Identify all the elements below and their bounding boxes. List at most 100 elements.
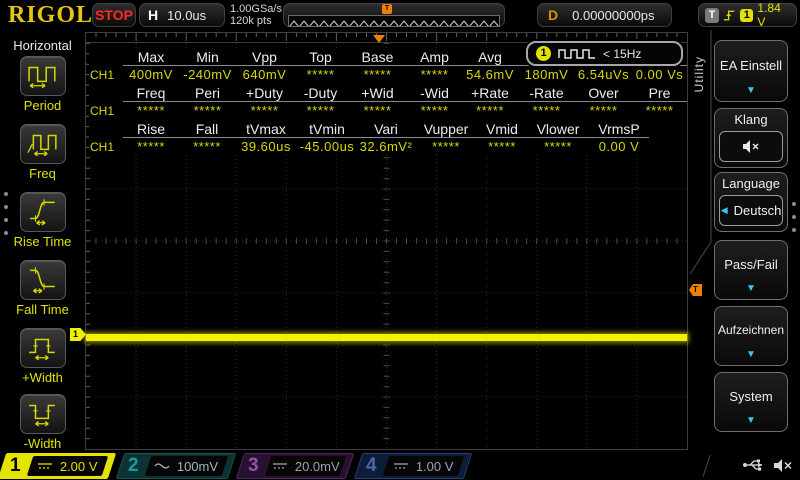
language-select[interactable]: ◀ Deutsch (719, 195, 783, 226)
channel-4-scale: 1.00 V (416, 458, 454, 474)
measurement-value-cell: -45.00us (299, 139, 355, 154)
trigger-level-value: 1.84 V (757, 1, 781, 29)
menu-item-system[interactable]: System ▼ (714, 372, 788, 432)
measure-item-period[interactable]: Period (0, 56, 85, 113)
channel-1-status[interactable]: 1 2.00 V (0, 453, 117, 479)
speaker-muted-icon (743, 140, 759, 153)
waveform-display[interactable]: MaxMinVppTopBaseAmpAvgVrmsCH1400mV-240mV… (85, 32, 688, 450)
measurement-header-cell: Min (179, 49, 236, 66)
system-label: System (729, 389, 773, 404)
run-state-indicator[interactable]: STOP (92, 3, 136, 27)
main-area: Horizontal Period Freq Rise Time Fall Ti… (0, 30, 800, 452)
menu-item-io-setup[interactable]: EA Einstell ▼ (714, 40, 788, 102)
sound-toggle-button[interactable] (719, 131, 783, 162)
measurement-value-cell: 39.60us (241, 139, 291, 154)
menu-scroll-dots (4, 192, 8, 235)
usb-icon (743, 459, 762, 471)
measurement-channel-label: CH1 (90, 139, 115, 154)
period-icon (27, 66, 56, 88)
measurement-header-cell: +Duty (236, 85, 293, 102)
measurement-value-cell: ***** (137, 139, 165, 154)
memory-depth: 120k pts (230, 15, 272, 27)
period-label: Period (23, 98, 62, 113)
measurement-header-cell: Vpp (236, 49, 293, 66)
rigol-logo: RIGOL (8, 2, 94, 28)
language-label: Language (722, 176, 780, 191)
trigger-source-badge: 1 (536, 46, 551, 61)
measurement-value-cell: ***** (488, 139, 516, 154)
chevron-down-icon: ▼ (746, 349, 756, 360)
io-setup-label: EA Einstell (719, 58, 783, 73)
measurement-value-cell: ***** (250, 103, 279, 118)
menu-item-sound[interactable]: Klang (714, 108, 788, 168)
status-bar: RIGOL STOP H 10.0us 1.00GSa/s 120k pts T… (0, 0, 800, 30)
preview-wave-window (288, 15, 500, 27)
menu-item-language[interactable]: Language ◀ Deutsch (714, 172, 788, 232)
channel-1-trace (86, 334, 687, 341)
language-value: Deutsch (733, 203, 782, 218)
trigger-slope-icon (724, 10, 735, 20)
measurement-value-cell: ***** (363, 103, 392, 118)
measurement-header-cell: +Wid (348, 85, 407, 102)
measure-item-fall-time[interactable]: Fall Time (0, 260, 85, 317)
measurement-value-cell: ***** (432, 139, 460, 154)
chevron-down-icon: ▼ (746, 283, 756, 294)
measurement-value-cell: 640mV (242, 67, 287, 82)
freq-button[interactable] (19, 124, 66, 164)
horizontal-timebase-readout[interactable]: H 10.0us (139, 3, 225, 27)
measurement-value-cell: ***** (306, 67, 335, 82)
minus-width-icon (28, 404, 55, 426)
dc-coupling-icon (272, 463, 287, 469)
measurement-value-row: CH1 ***** ***** 39.60us -45.00us 32.6mV² *****… (89, 138, 687, 155)
fall-time-button[interactable] (19, 260, 66, 300)
freq-label: Freq (29, 166, 56, 181)
measure-item-minus-width[interactable]: -Width (0, 394, 85, 451)
measurement-value-cell: ***** (193, 139, 221, 154)
rise-time-button[interactable] (19, 192, 66, 232)
channel-4-number: 4 (366, 455, 377, 476)
menu-item-passfail[interactable]: Pass/Fail ▼ (714, 240, 788, 300)
trigger-position-marker[interactable] (373, 35, 385, 43)
measurement-header-cell: Vupper (415, 121, 477, 138)
measurement-header-cell: -Wid (407, 85, 462, 102)
trigger-label-chip: T (705, 7, 720, 23)
trigger-position-flag[interactable]: T (382, 4, 392, 14)
measurement-header-cell: Fall (179, 121, 235, 138)
measurement-value-cell: -240mV (183, 67, 232, 82)
channel-4-settings: 1.00 V (382, 456, 465, 476)
measurement-value-cell: ***** (193, 103, 222, 118)
channel-3-scale: 20.0mV (294, 458, 340, 474)
minus-width-label: -Width (23, 436, 62, 451)
channel-4-status[interactable]: 4 1.00 V (353, 453, 473, 479)
measurement-value-cell: 0.00 V (598, 139, 640, 154)
utility-tab-label: Utility (692, 56, 706, 93)
channel-3-status[interactable]: 3 20.0mV (235, 453, 355, 479)
delay-readout[interactable]: D 0.00000000ps (537, 3, 672, 27)
channel-2-status[interactable]: 2 100mV (115, 453, 237, 479)
ac-coupling-icon (154, 463, 170, 469)
measurement-header-cell: Amp (407, 49, 462, 66)
measurement-header-cell: Vari (357, 121, 415, 138)
measurement-header-cell: -Rate (518, 85, 575, 102)
rise-time-label: Rise Time (13, 234, 72, 249)
channel-3-settings: 20.0mV (264, 456, 347, 476)
acquisition-info: 1.00GSa/s 120k pts (230, 3, 282, 27)
measurement-value-cell: ***** (363, 67, 392, 82)
plus-width-button[interactable] (19, 328, 66, 368)
waveform-preview[interactable]: T (283, 3, 505, 27)
measurement-value-cell: ***** (645, 103, 674, 118)
menu-item-record[interactable]: Aufzeichnen ▼ (714, 306, 788, 366)
minus-width-button[interactable] (19, 394, 66, 434)
measurement-value-cell: ***** (589, 103, 618, 118)
trigger-readout[interactable]: T 1 1.84 V (698, 1, 797, 29)
measure-menu-title: Horizontal (13, 38, 72, 53)
measure-item-freq[interactable]: Freq (0, 124, 85, 181)
measure-item-rise-time[interactable]: Rise Time (0, 192, 85, 249)
measure-menu: Horizontal Period Freq Rise Time Fall Ti… (0, 30, 85, 452)
square-wave-icon (558, 48, 595, 59)
measurement-value-cell: ***** (544, 139, 572, 154)
measurement-value-cell: ***** (476, 103, 504, 118)
period-button[interactable] (19, 56, 66, 96)
channel-1-scale: 2.00 V (60, 458, 98, 474)
utility-menu: Utility EA Einstell ▼ Klang Language ◀ D… (688, 30, 800, 452)
